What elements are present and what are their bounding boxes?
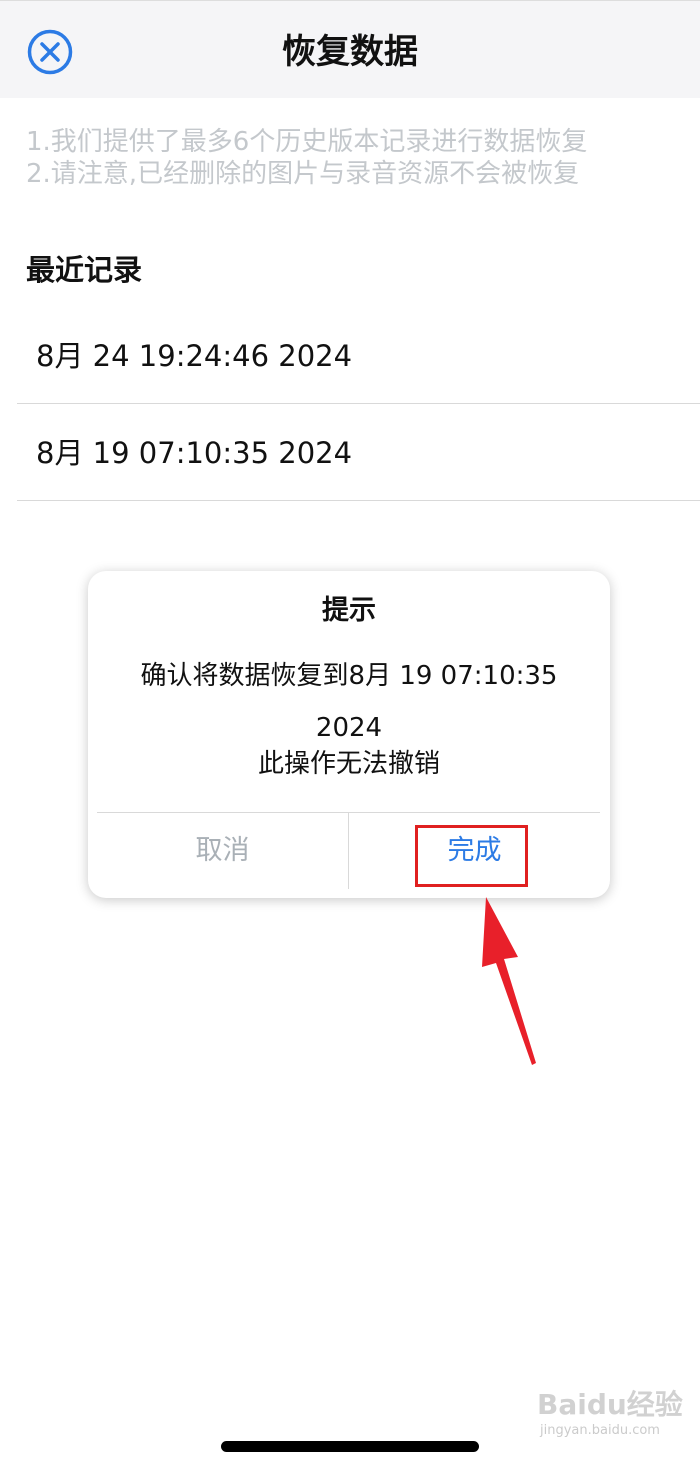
watermark-logo-text: Baidu经验 [537,1388,683,1421]
record-row[interactable]: 8月 19 07:10:35 2024 [17,404,700,501]
home-indicator [221,1441,479,1452]
nav-header: 恢复数据 [0,0,700,98]
page-title: 恢复数据 [282,32,418,72]
dialog-title: 提示 [322,595,376,626]
record-timestamp: 8月 24 19:24:46 2024 [36,339,353,373]
highlight-box [415,825,528,887]
section-title-recent: 最近记录 [26,253,143,287]
dialog-message: 确认将数据恢复到8月 19 07:10:35 2024 [140,661,558,743]
note-line: 1.我们提供了最多6个历史版本记录进行数据恢复 [26,127,588,157]
watermark-url: jingyan.baidu.com [540,1423,660,1438]
note-line: 2.请注意,已经删除的图片与录音资源不会被恢复 [26,159,580,189]
restore-notes: 1.我们提供了最多6个历史版本记录进行数据恢复 2.请注意,已经删除的图片与录音… [26,126,587,190]
dialog-warning: 此操作无法撤销 [257,749,440,779]
record-timestamp: 8月 19 07:10:35 2024 [36,436,353,470]
arrow-up-icon [482,897,536,1065]
watermark: Baidu经验 jingyan.baidu.com [535,1375,695,1445]
record-row[interactable]: 8月 24 19:24:46 2024 [17,307,700,404]
cancel-button[interactable]: 取消 [97,831,348,871]
confirm-dialog: 提示 确认将数据恢复到8月 19 07:10:35 2024 此操作无法撤销 取… [88,571,610,898]
